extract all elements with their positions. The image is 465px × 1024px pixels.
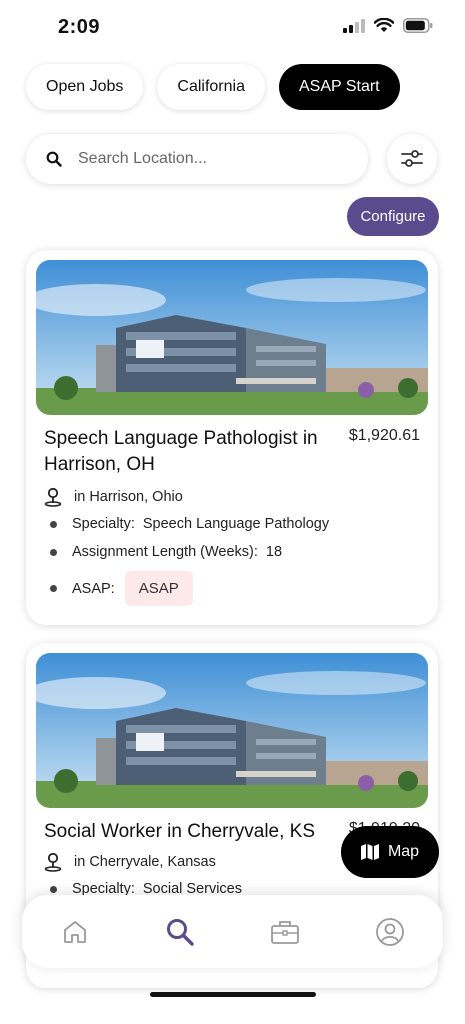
location-row: in Cherryvale, Kansas xyxy=(44,852,216,872)
status-bar: 2:09 xyxy=(0,0,465,56)
status-icons xyxy=(343,18,433,33)
specialty-row: Specialty: Speech Language Pathology xyxy=(44,516,329,532)
search-input[interactable] xyxy=(78,150,338,168)
specialty-value: Speech Language Pathology xyxy=(142,516,330,532)
facility-image xyxy=(36,653,428,808)
location-row: in Harrison, Ohio xyxy=(44,487,183,507)
assignment-row: Assignment Length (Weeks): 18 xyxy=(44,544,282,560)
tab-bar xyxy=(22,895,443,968)
signal-icon xyxy=(343,18,365,33)
assignment-value: 18 xyxy=(265,544,283,560)
home-indicator[interactable] xyxy=(150,992,316,997)
job-location: in Harrison, Ohio xyxy=(74,489,183,505)
search-icon xyxy=(166,918,194,946)
asap-row: ASAP: ASAP xyxy=(44,571,193,606)
tab-profile[interactable] xyxy=(360,902,420,962)
job-location: in Cherryvale, Kansas xyxy=(74,854,216,870)
assignment-label: Assignment Length (Weeks): xyxy=(72,544,258,560)
tab-search[interactable] xyxy=(150,902,210,962)
sliders-icon xyxy=(401,150,423,167)
chip-california[interactable]: California xyxy=(157,64,265,110)
tab-home[interactable] xyxy=(45,902,105,962)
search-icon xyxy=(46,151,62,167)
chip-asap-start[interactable]: ASAP Start xyxy=(278,64,400,110)
filter-chips: Open Jobs California ASAP Start xyxy=(26,64,400,110)
job-title: Speech Language Pathologist in Harrison,… xyxy=(44,428,318,475)
chip-open-jobs[interactable]: Open Jobs xyxy=(26,64,144,110)
bullet-icon xyxy=(50,520,57,528)
battery-icon xyxy=(403,18,433,33)
bullet-icon xyxy=(50,548,57,556)
configure-button[interactable]: Configure xyxy=(347,197,439,236)
map-button[interactable]: Map xyxy=(341,826,439,878)
location-pin-icon xyxy=(44,852,62,872)
bullet-icon xyxy=(50,585,57,592)
asap-badge: ASAP xyxy=(124,571,193,606)
briefcase-icon xyxy=(271,920,300,944)
search-bar xyxy=(26,134,368,184)
asap-label: ASAP: xyxy=(72,580,115,597)
tab-jobs[interactable] xyxy=(255,902,315,962)
map-icon xyxy=(360,844,379,860)
facility-image xyxy=(36,260,428,415)
job-pay: $1,920.61 xyxy=(348,427,420,444)
wifi-icon xyxy=(374,18,394,32)
user-circle-icon xyxy=(376,917,405,946)
status-time: 2:09 xyxy=(58,16,101,38)
job-card[interactable]: Speech Language Pathologist in Harrison,… xyxy=(26,250,438,625)
map-label: Map xyxy=(387,843,420,860)
bullet-icon xyxy=(50,885,57,893)
home-icon xyxy=(63,920,86,943)
specialty-label: Specialty: xyxy=(72,516,135,532)
job-title: Social Worker in Cherryvale, KS xyxy=(44,821,316,842)
filter-button[interactable] xyxy=(387,134,437,184)
location-pin-icon xyxy=(44,487,62,507)
